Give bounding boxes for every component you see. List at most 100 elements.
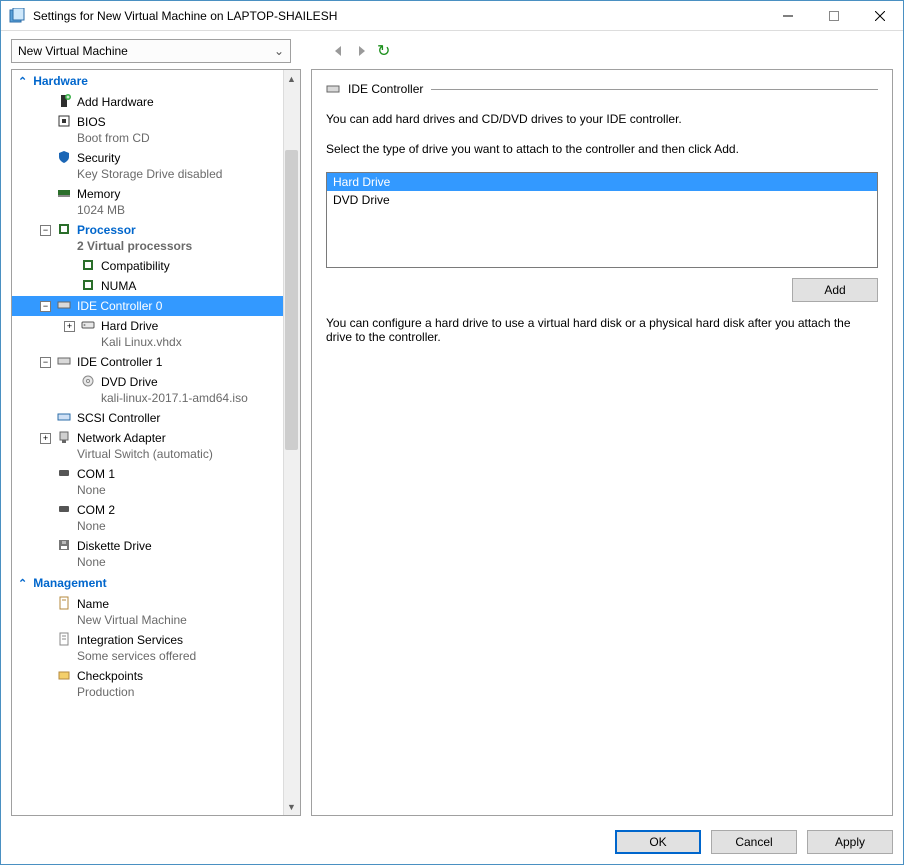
toolbar: New Virtual Machine ⌄ ↻	[11, 39, 893, 63]
add-hardware-icon	[57, 94, 71, 108]
scrollbar[interactable]: ▲ ▼	[283, 70, 300, 815]
collapse-box-icon[interactable]: −	[40, 225, 51, 236]
minimize-button[interactable]	[765, 1, 811, 30]
drive-type-listbox[interactable]: Hard Drive DVD Drive	[326, 172, 878, 268]
collapse-icon: ⌃	[18, 577, 27, 590]
tree-item-sub: 2 Virtual processors	[77, 238, 192, 254]
dialog-footer: OK Cancel Apply	[11, 822, 893, 854]
hard-drive-icon	[81, 318, 95, 332]
scsi-icon	[57, 410, 71, 424]
floppy-icon	[57, 538, 71, 552]
shield-icon	[57, 150, 71, 164]
tree-item-security[interactable]: SecurityKey Storage Drive disabled	[12, 148, 300, 184]
tree-item-bios[interactable]: BIOSBoot from CD	[12, 112, 300, 148]
tree-item-label: NUMA	[101, 278, 136, 294]
management-section-header[interactable]: ⌃ Management	[12, 572, 300, 594]
tree-item-com1[interactable]: COM 1None	[12, 464, 300, 500]
expand-box-icon[interactable]: +	[40, 433, 51, 444]
forward-button[interactable]	[355, 45, 367, 57]
tree-item-label: Security	[77, 150, 222, 166]
window-controls	[765, 1, 903, 30]
tree-item-name[interactable]: NameNew Virtual Machine	[12, 594, 300, 630]
ok-button-label: OK	[649, 835, 666, 849]
controller-icon	[57, 354, 71, 368]
tree-item-ide-controller-0[interactable]: − IDE Controller 0	[12, 296, 300, 316]
nav-buttons: ↻	[333, 41, 390, 61]
scroll-down-icon[interactable]: ▼	[283, 798, 300, 815]
collapse-box-icon[interactable]: −	[40, 357, 51, 368]
tree-item-sub: Some services offered	[77, 648, 196, 664]
tree-item-label: Add Hardware	[77, 94, 154, 110]
tree-item-numa[interactable]: NUMA	[12, 276, 300, 296]
maximize-button[interactable]	[811, 1, 857, 30]
detail-note: You can configure a hard drive to use a …	[326, 316, 866, 344]
detail-description-1: You can add hard drives and CD/DVD drive…	[326, 112, 878, 126]
network-icon	[57, 430, 71, 444]
tree-item-label: SCSI Controller	[77, 410, 160, 426]
tree-item-label: Network Adapter	[77, 430, 213, 446]
tree-item-network-adapter[interactable]: + Network AdapterVirtual Switch (automat…	[12, 428, 300, 464]
vm-selector[interactable]: New Virtual Machine ⌄	[11, 39, 291, 63]
tree-item-sub: Key Storage Drive disabled	[77, 166, 222, 182]
tree-item-checkpoints[interactable]: CheckpointsProduction	[12, 666, 300, 702]
scroll-thumb[interactable]	[285, 150, 298, 450]
tree-item-sub: New Virtual Machine	[77, 612, 187, 628]
back-button[interactable]	[333, 45, 345, 57]
divider	[431, 89, 878, 90]
tree-item-ide-controller-1[interactable]: − IDE Controller 1	[12, 352, 300, 372]
tree-item-label: COM 1	[77, 466, 115, 482]
management-section-label: Management	[33, 576, 106, 590]
name-icon	[57, 596, 71, 610]
close-button[interactable]	[857, 1, 903, 30]
tree-item-com2[interactable]: COM 2None	[12, 500, 300, 536]
memory-icon	[57, 186, 71, 200]
content-area: New Virtual Machine ⌄ ↻ ▲ ▼ ⌃ Hardware	[1, 31, 903, 864]
hardware-section-header[interactable]: ⌃ Hardware	[12, 70, 300, 92]
apply-button[interactable]: Apply	[807, 830, 893, 854]
processor-icon	[57, 222, 71, 236]
listbox-item-hard-drive[interactable]: Hard Drive	[327, 173, 877, 191]
tree-item-label: Integration Services	[77, 632, 196, 648]
controller-icon	[326, 82, 340, 96]
controller-icon	[57, 298, 71, 312]
tree-item-sub: Boot from CD	[77, 130, 150, 146]
tree-item-sub: Virtual Switch (automatic)	[77, 446, 213, 462]
tree-item-compatibility[interactable]: Compatibility	[12, 256, 300, 276]
window-title: Settings for New Virtual Machine on LAPT…	[33, 9, 765, 23]
listbox-item-dvd-drive[interactable]: DVD Drive	[327, 191, 877, 209]
tree-item-sub: 1024 MB	[77, 202, 125, 218]
tree-item-diskette[interactable]: Diskette DriveNone	[12, 536, 300, 572]
tree-item-label: IDE Controller 1	[77, 354, 162, 370]
tree-item-integration-services[interactable]: Integration ServicesSome services offere…	[12, 630, 300, 666]
tree-item-label: Compatibility	[101, 258, 170, 274]
tree-item-hard-drive[interactable]: + Hard DriveKali Linux.vhdx	[12, 316, 300, 352]
tree-item-memory[interactable]: Memory1024 MB	[12, 184, 300, 220]
serial-port-icon	[57, 502, 71, 516]
settings-tree[interactable]: ▲ ▼ ⌃ Hardware Add Hardware BIOSBoot f	[11, 69, 301, 816]
tree-item-processor[interactable]: − Processor2 Virtual processors	[12, 220, 300, 256]
tree-item-label: IDE Controller 0	[77, 298, 162, 314]
body: ▲ ▼ ⌃ Hardware Add Hardware BIOSBoot f	[11, 69, 893, 816]
tree-item-label: COM 2	[77, 502, 115, 518]
tree-item-label: Hard Drive	[101, 318, 182, 334]
collapse-box-icon[interactable]: −	[40, 301, 51, 312]
chip-icon	[57, 114, 71, 128]
tree-item-label: DVD Drive	[101, 374, 248, 390]
tree-item-add-hardware[interactable]: Add Hardware	[12, 92, 300, 112]
tree-item-scsi-controller[interactable]: SCSI Controller	[12, 408, 300, 428]
vm-selector-label: New Virtual Machine	[18, 44, 128, 58]
cancel-button[interactable]: Cancel	[711, 830, 797, 854]
settings-window: Settings for New Virtual Machine on LAPT…	[0, 0, 904, 865]
detail-description-2: Select the type of drive you want to att…	[326, 142, 878, 156]
add-button[interactable]: Add	[792, 278, 878, 302]
tree-item-dvd-drive[interactable]: DVD Drivekali-linux-2017.1-amd64.iso	[12, 372, 300, 408]
scroll-up-icon[interactable]: ▲	[283, 70, 300, 87]
expand-box-icon[interactable]: +	[64, 321, 75, 332]
chevron-down-icon: ⌄	[274, 44, 284, 58]
ok-button[interactable]: OK	[615, 830, 701, 854]
tree-item-label: BIOS	[77, 114, 150, 130]
detail-panel: IDE Controller You can add hard drives a…	[311, 69, 893, 816]
refresh-button[interactable]: ↻	[377, 41, 390, 61]
processor-icon	[81, 278, 95, 292]
titlebar: Settings for New Virtual Machine on LAPT…	[1, 1, 903, 31]
